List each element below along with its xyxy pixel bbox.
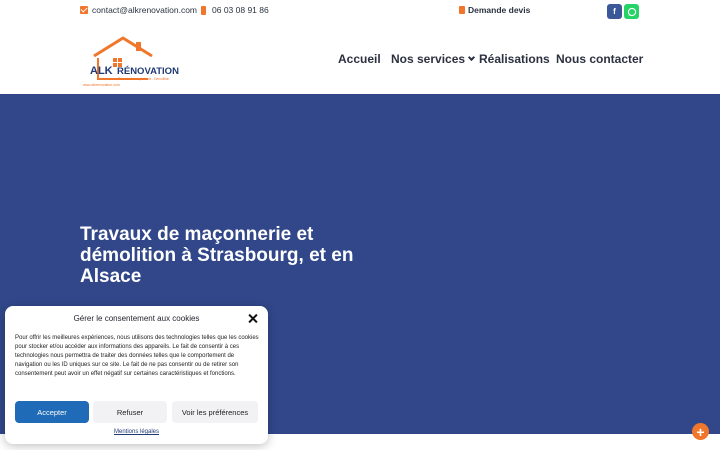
facebook-button[interactable]: f — [607, 4, 622, 19]
cookie-title: Gérer le consentement aux cookies — [73, 314, 200, 323]
document-icon — [459, 6, 465, 14]
phone-text: 06 03 08 91 86 — [212, 5, 269, 15]
logo-tagline: Travaux de maçonnerie - Démolition — [118, 77, 169, 81]
top-bar: contact@alkrenovation.com 06 03 08 91 86… — [0, 0, 720, 24]
logo-url: www.alkrenovation.com — [83, 83, 120, 87]
close-icon[interactable] — [247, 313, 258, 324]
accept-button[interactable]: Accepter — [15, 401, 89, 423]
logo-name: RÉNOVATION — [117, 66, 179, 77]
facebook-icon: f — [613, 6, 616, 16]
nav-item-services-label: Nos services — [391, 52, 466, 66]
hero-title: Travaux de maçonnerie et démolition à St… — [80, 224, 354, 287]
legal-notice-link[interactable]: Mentions légales — [5, 429, 268, 435]
logo-brand: ALK — [90, 65, 113, 77]
whatsapp-icon — [627, 7, 636, 16]
cookie-consent-dialog: Gérer le consentement aux cookies Pour o… — [5, 306, 268, 444]
plus-icon: + — [696, 423, 705, 440]
site-header: ALK RÉNOVATION Travaux de maçonnerie - D… — [0, 24, 720, 94]
nav-item-accueil[interactable]: Accueil — [338, 52, 381, 66]
preferences-button[interactable]: Voir les préférences — [172, 401, 258, 423]
phone-link[interactable]: 06 03 08 91 86 — [201, 5, 269, 15]
quote-text: Demande devis — [468, 5, 531, 15]
site-logo[interactable]: ALK RÉNOVATION Travaux de maçonnerie - D… — [80, 34, 182, 88]
nav-item-realisations[interactable]: Réalisations — [479, 52, 550, 66]
whatsapp-button[interactable] — [624, 4, 639, 19]
plus-button[interactable]: + — [692, 423, 709, 440]
mail-icon — [80, 6, 88, 14]
nav-item-services[interactable]: Nos services — [391, 52, 476, 66]
quote-link[interactable]: Demande devis — [459, 5, 530, 15]
email-text: contact@alkrenovation.com — [92, 5, 198, 15]
phone-icon — [201, 5, 206, 15]
chevron-down-icon — [468, 53, 476, 61]
email-link[interactable]: contact@alkrenovation.com — [80, 5, 197, 15]
refuse-button[interactable]: Refuser — [93, 401, 167, 423]
nav-item-contact[interactable]: Nous contacter — [556, 52, 643, 66]
cookie-text: Pour offrir les meilleures expériences, … — [15, 335, 259, 377]
